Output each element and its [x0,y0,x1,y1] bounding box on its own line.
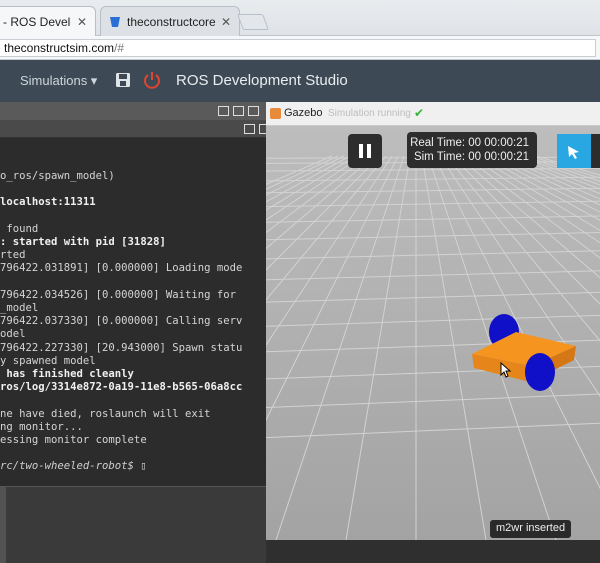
terminal-line: odel [0,328,26,341]
simulation-status: Simulation running [328,108,411,119]
sim-time: Sim Time: 00 00:00:21 [413,151,529,163]
url-host: theconstructsim.com [4,41,115,55]
gazebo-logo-icon [270,108,281,119]
url-path: /# [114,41,125,55]
app-title: ROS Development Studio [176,72,348,89]
app-navbar: Simulations ▾ ROS Development Studio [0,60,600,102]
terminal-lines: o_ros/spawn_model) localhost:11311 found:… [0,170,242,474]
terminal-line: rted [0,249,26,262]
maximize-icon[interactable] [218,106,229,116]
browser-tab-theconstructcore[interactable]: theconstructcore / ✕ [100,6,240,36]
terminal-line: 796422.034526] [0.000000] Waiting for [0,288,236,301]
simulations-menu[interactable]: Simulations ▾ [20,73,97,89]
terminal-line: rc/two-wheeled-robot$ ▯ [0,460,147,473]
gazebo-footer [266,540,600,563]
robot-wheel-front [525,353,555,391]
terminal-tab-bar [0,120,266,138]
gazebo-panel: Gazebo Simulation running ✔ Real Time: 0… [266,102,600,563]
tab-title: - ROS Develop [3,14,71,29]
simulation-time-display: Real Time: 00 00:00:21 Sim Time: 00 00:0… [407,132,537,168]
bitbucket-icon [109,16,121,28]
tab-title: theconstructcore / [127,14,215,29]
terminal-line: : started with pid [31828] [0,235,166,248]
popout-icon[interactable] [244,124,255,134]
restore-icon[interactable] [233,106,244,116]
mouse-cursor-icon [500,362,512,378]
terminal-line: essing monitor complete [0,434,147,446]
terminal-line: ros/log/3314e872-0a19-11e8-b565-06a8cc [0,381,243,394]
gazebo-3d-viewport[interactable]: Real Time: 00 00:00:21 Sim Time: 00 00:0… [266,126,600,540]
browser-tab-ros-development[interactable]: - ROS Develop ✕ [0,6,96,36]
url-field[interactable]: theconstructsim.com/# [0,39,596,57]
terminal-line: localhost:11311 [0,196,96,209]
terminal-line: 796422.031891] [0.000000] Loading mode [0,262,243,275]
address-bar: theconstructsim.com/# [0,36,600,60]
panel-toolbar [0,102,266,120]
terminal-line: ne have died, roslaunch will exit [0,407,211,420]
window-icon[interactable] [259,124,266,134]
check-icon: ✔ [414,106,425,120]
power-icon[interactable] [142,70,162,90]
restore-icon[interactable] [248,106,259,116]
terminal-lower-pane [0,486,266,563]
pause-button[interactable] [348,134,382,168]
select-tool-button[interactable] [557,134,591,168]
pane-divider[interactable] [0,487,6,563]
new-tab-button[interactable] [237,14,269,30]
terminal-line: 796422.227330] [20.943000] Spawn statu [0,341,243,354]
insert-notification: m2wr inserted [490,520,572,538]
terminal-line: found [0,222,39,235]
terminal-line: 796422.037330] [0.000000] Calling serv [0,315,243,328]
terminal-line: y spawned model [0,354,96,367]
terminal-line: has finished cleanly [0,368,134,380]
browser-tab-strip: - ROS Develop ✕ theconstructcore / ✕ [0,0,600,36]
terminal-output[interactable]: o_ros/spawn_model) localhost:11311 found:… [0,138,266,486]
gazebo-header: Gazebo Simulation running ✔ [266,102,600,126]
terminal-panel: o_ros/spawn_model) localhost:11311 found:… [0,102,266,563]
robot-model[interactable] [466,306,586,396]
toolbar-edge [591,134,600,168]
real-time: Real Time: 00 00:00:21 [410,137,529,149]
gazebo-title: Gazebo [284,107,323,119]
terminal-line: o_ros/spawn_model) [0,170,115,182]
close-icon[interactable]: ✕ [77,15,87,29]
close-icon[interactable]: ✕ [221,15,231,29]
terminal-line: ng monitor... [0,420,83,433]
terminal-line: _model [0,301,39,314]
save-icon[interactable] [115,72,131,88]
pointer-icon [568,146,579,159]
